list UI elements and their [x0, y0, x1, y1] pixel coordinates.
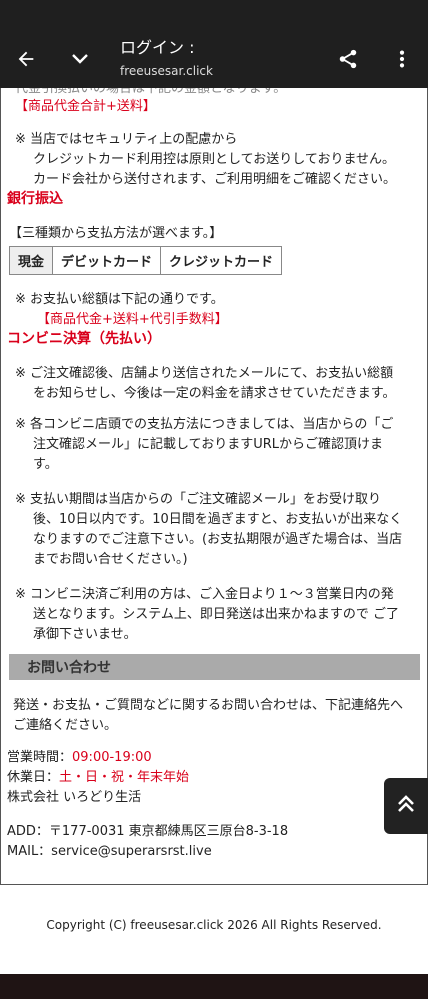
conv-note-1b: をお知らせし、今後は一定の料金を請求させていただきます。	[33, 386, 396, 401]
conv-note-1a: ※ ご注文確認後、店舗より送信されたメールにて、お支払い総額	[15, 366, 394, 381]
hours-value: 09:00-19:00	[72, 750, 152, 765]
conv-note-4c: 承御下さいませ。	[33, 627, 137, 642]
contact-heading: お問い合わせ	[27, 660, 111, 676]
credit-total: 【商品代金合計+送料】	[15, 99, 156, 114]
contact-text-1: 発送・お支払・ご質問などに関するお問い合わせは、下記連絡先へ	[13, 698, 404, 713]
credit-note-2: クレジットカード利用控は原則としてお送りしておりません。	[33, 152, 396, 167]
footer: Copyright (C) freeusesar.click 2026 All …	[0, 885, 428, 974]
holiday-value: 土・日・祝・年末年始	[59, 770, 190, 785]
conv-note-3b: 後、10日以内です。10日間を過ぎますと、お支払いが出来なく	[33, 512, 403, 527]
pay-method-debit: デビットカード	[52, 246, 162, 275]
conv-note-2c: す。	[33, 457, 58, 472]
cod-note: ※ お支払い総額は下記の通りです。	[15, 292, 224, 307]
address: ADD：〒177-0031 東京都練馬区三原台8-3-18	[7, 824, 289, 839]
arrow-left-icon[interactable]	[6, 30, 46, 88]
conv-note-2a: ※ 各コンビニ店頭での支払方法につきましては、当店からの「ご	[15, 417, 394, 432]
company-name: 株式会社 いろどり生活	[7, 790, 142, 805]
credit-note-1: ※ 当店ではセキュリティ上の配慮から	[15, 132, 238, 147]
cod-total: 【商品代金+送料+代引手数料】	[37, 312, 228, 327]
copyright: Copyright (C) freeusesar.click 2026 All …	[46, 918, 382, 932]
pay-method-cash: 現金	[8, 246, 54, 275]
browser-toolbar: ログイン : freeusesar.click	[0, 30, 428, 88]
chevron-down-icon[interactable]	[60, 30, 100, 88]
page-content: 代金引換払いの場合は下記の金額となります。 【商品代金合計+送料】 ※ 当店では…	[0, 88, 428, 885]
pay-method-table: 現金 デビットカード クレジットカード	[8, 246, 283, 275]
contact-heading-bar: お問い合わせ	[9, 654, 420, 680]
scroll-top-button[interactable]	[384, 778, 428, 834]
conv-note-3d: までお問い合せください。)	[33, 552, 188, 567]
page-url: freeusesar.click	[120, 64, 213, 78]
conv-heading: コンビニ決算（先払い）	[7, 331, 161, 347]
bank-heading: 銀行振込	[7, 191, 63, 207]
conv-note-4a: ※ コンビニ決済ご利用の方は、ご入金日より１～３営業日内の発	[15, 587, 394, 602]
holidays: 休業日：土・日・祝・年末年始	[7, 768, 189, 787]
holiday-label: 休業日：	[7, 770, 60, 785]
more-vert-icon[interactable]	[384, 30, 420, 88]
business-hours: 営業時間：09:00-19:00	[7, 748, 152, 767]
conv-note-3c: なりますのでご注意下さい。(お支払期限が過ぎた場合は、当店	[33, 532, 403, 547]
bank-intro: 【三種類から支払方法が選べます。】	[9, 226, 223, 241]
conv-note-2b: 注文確認メール」に記載しておりますURLからご確認頂けま	[33, 437, 384, 452]
credit-note-3: カード会社から送付されます、ご利用明細をご確認ください。	[33, 172, 396, 187]
pay-method-credit: クレジットカード	[160, 246, 283, 275]
conv-note-3a: ※ 支払い期間は当店からの「ご注文確認メール」をお受け取り	[15, 492, 382, 507]
hours-label: 営業時間：	[7, 750, 73, 765]
page-title-group[interactable]: ログイン : freeusesar.click	[120, 37, 213, 80]
page-title: ログイン :	[120, 38, 195, 57]
status-bar	[0, 0, 428, 30]
mail-address[interactable]: MAIL：service@superarsrst.live	[7, 842, 212, 861]
contact-text-2: ご連絡ください。	[13, 718, 118, 733]
share-icon[interactable]	[330, 30, 366, 88]
system-nav-bar	[0, 974, 428, 999]
conv-note-4b: 送となります。システム上、即日発送は出来かねますので ご了	[33, 607, 400, 622]
double-chevron-up-icon	[395, 792, 417, 820]
